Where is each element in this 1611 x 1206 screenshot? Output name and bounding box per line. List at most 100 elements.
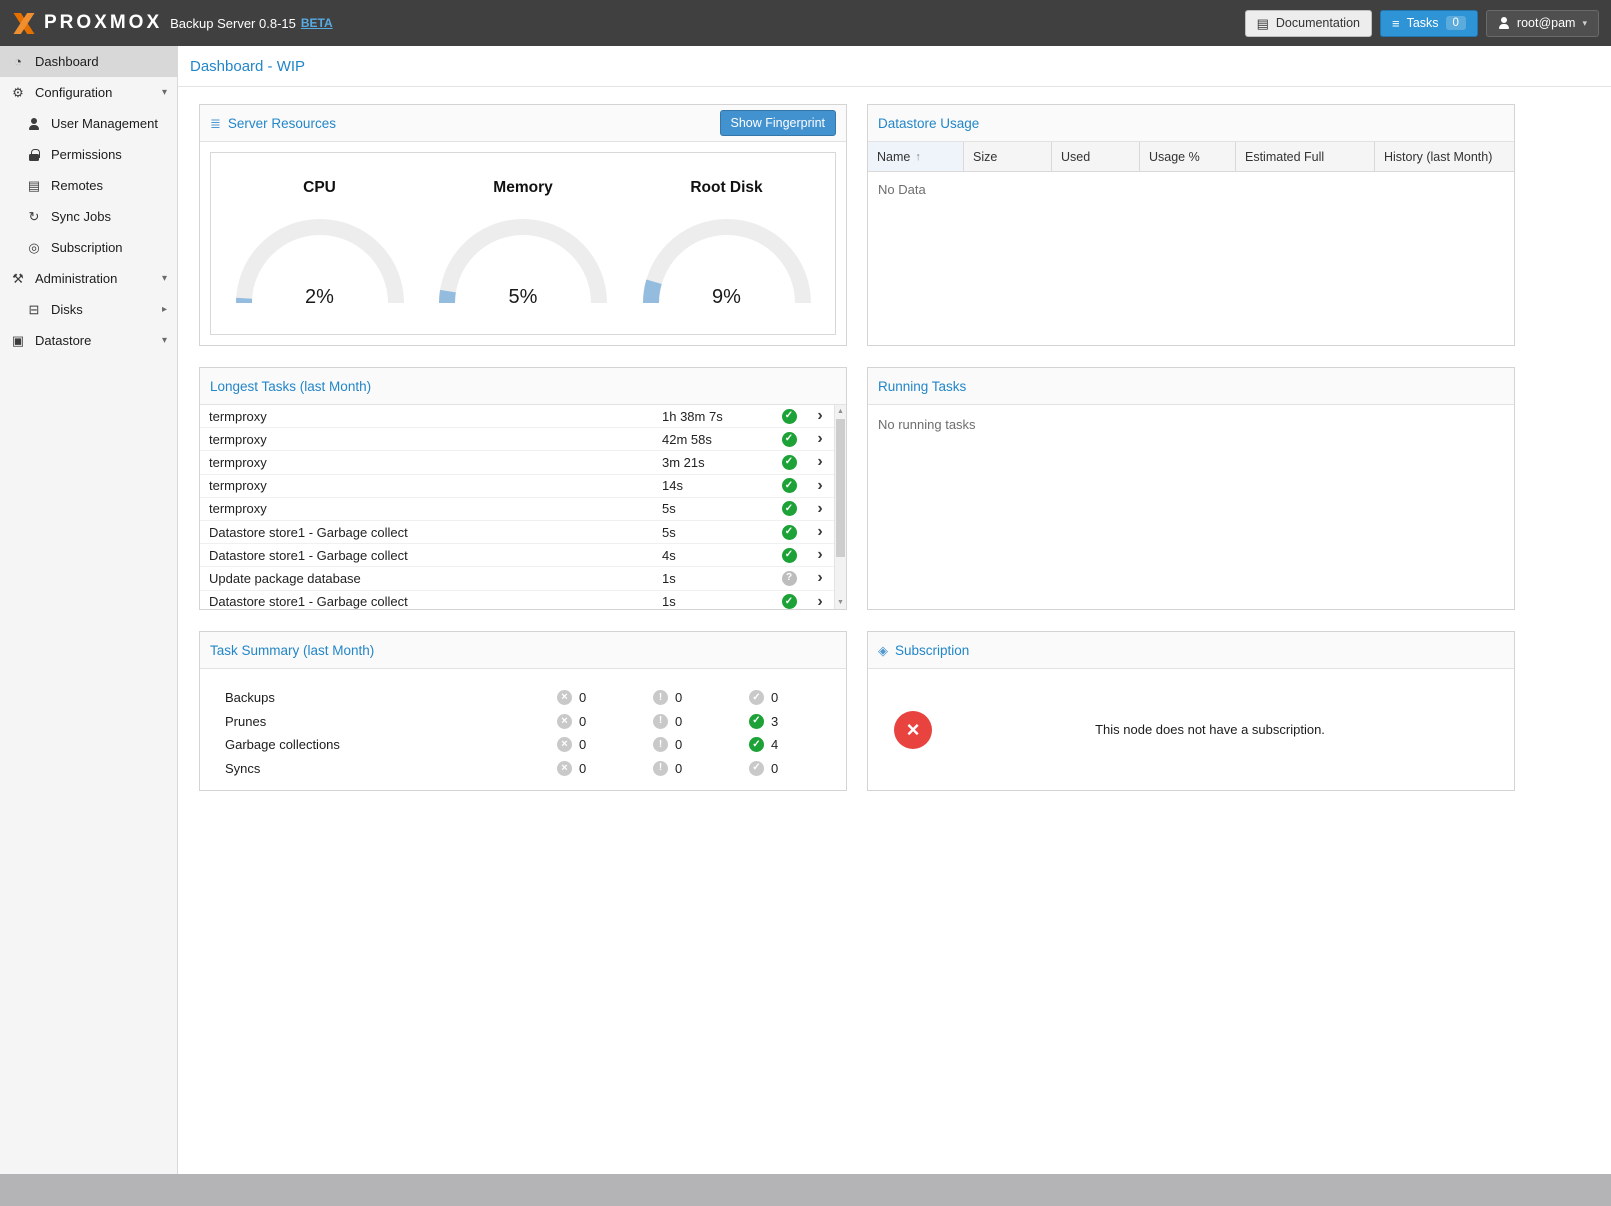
- chevron-right-icon[interactable]: ›: [806, 431, 834, 447]
- column-header-size[interactable]: Size: [964, 142, 1052, 171]
- hdd-icon: ⊟: [26, 303, 42, 316]
- summary-label: Prunes: [225, 714, 557, 729]
- chevron-right-icon[interactable]: ▸: [162, 304, 167, 315]
- sidebar-item-permissions[interactable]: Permissions: [0, 139, 177, 170]
- chevron-down-icon[interactable]: ▾: [162, 335, 167, 346]
- ok-count-icon: [749, 714, 764, 729]
- task-duration: 42m 58s: [662, 432, 772, 447]
- gauges-container: CPU 2% Memory: [210, 152, 836, 335]
- ok-count-icon: [749, 761, 764, 776]
- tasks-count-badge: 0: [1446, 16, 1466, 30]
- book-icon: ▤: [1257, 17, 1269, 30]
- lock-icon: [26, 149, 42, 161]
- error-count-icon: [557, 690, 572, 705]
- no-data-text: No Data: [868, 172, 1514, 207]
- task-status-icon: [782, 409, 797, 424]
- root-disk-gauge: Root Disk 9%: [632, 179, 822, 311]
- sidebar-item-administration[interactable]: ⚒ Administration ▾: [0, 263, 177, 294]
- ok-count-icon: [749, 690, 764, 705]
- summary-row[interactable]: Garbage collections 0 0: [225, 733, 846, 757]
- user-menu-button[interactable]: root@pam ▾: [1486, 10, 1599, 37]
- column-header-name[interactable]: Name ↑: [868, 142, 964, 171]
- chevron-down-icon[interactable]: ▾: [162, 273, 167, 284]
- vertical-scrollbar[interactable]: ▲ ▼: [834, 405, 846, 609]
- beta-link[interactable]: BETA: [301, 16, 333, 30]
- memory-gauge: Memory 5%: [428, 179, 618, 311]
- task-row[interactable]: termproxy 3m 21s ›: [200, 451, 834, 474]
- summary-row[interactable]: Prunes 0 0: [225, 710, 846, 734]
- datastore-usage-header-row: Name ↑ Size Used Usage % Estimated Full …: [868, 142, 1514, 172]
- chevron-right-icon[interactable]: ›: [806, 501, 834, 517]
- panel-title: Longest Tasks (last Month): [210, 379, 371, 394]
- summary-label: Backups: [225, 690, 557, 705]
- sidebar-item-label: User Management: [51, 116, 158, 131]
- column-header-estimated-full[interactable]: Estimated Full: [1236, 142, 1375, 171]
- summary-row[interactable]: Syncs 0 0: [225, 757, 846, 781]
- chevron-right-icon[interactable]: ›: [806, 594, 834, 609]
- no-running-tasks-text: No running tasks: [868, 405, 1514, 609]
- column-header-history[interactable]: History (last Month): [1375, 142, 1514, 171]
- sidebar-item-sync-jobs[interactable]: ↻ Sync Jobs: [0, 201, 177, 232]
- chevron-right-icon[interactable]: ›: [806, 570, 834, 586]
- chevron-right-icon[interactable]: ›: [806, 408, 834, 424]
- datastore-usage-panel: Datastore Usage Name ↑ Size Used Usage %…: [867, 104, 1515, 346]
- warning-count: 0: [675, 714, 682, 729]
- topbar: PROXMOX Backup Server 0.8-15 BETA ▤ Docu…: [0, 0, 1611, 46]
- task-row[interactable]: termproxy 5s ›: [200, 498, 834, 521]
- tasks-button[interactable]: ≡ Tasks 0: [1380, 10, 1478, 37]
- sidebar-item-disks[interactable]: ⊟ Disks ▸: [0, 294, 177, 325]
- chevron-right-icon[interactable]: ›: [806, 547, 834, 563]
- panel-title: Subscription: [895, 643, 969, 658]
- error-count: 0: [579, 761, 586, 776]
- column-header-usage-pct[interactable]: Usage %: [1140, 142, 1236, 171]
- sidebar-item-dashboard[interactable]: ◔ Dashboard: [0, 46, 177, 77]
- bars-icon: ≣: [210, 117, 221, 130]
- task-row[interactable]: termproxy 42m 58s ›: [200, 428, 834, 451]
- documentation-button[interactable]: ▤ Documentation: [1245, 10, 1372, 37]
- panel-title: Datastore Usage: [878, 116, 979, 131]
- error-count: 0: [579, 714, 586, 729]
- column-header-used[interactable]: Used: [1052, 142, 1140, 171]
- longest-tasks-panel: Longest Tasks (last Month) termproxy 1h …: [199, 367, 847, 610]
- task-row[interactable]: Datastore store1 - Garbage collect 4s ›: [200, 544, 834, 567]
- ok-count: 0: [771, 761, 778, 776]
- sort-ascending-icon: ↑: [915, 151, 921, 163]
- user-menu-label: root@pam: [1517, 16, 1576, 30]
- task-row[interactable]: Datastore store1 - Garbage collect 1s ›: [200, 591, 834, 610]
- chevron-right-icon[interactable]: ›: [806, 524, 834, 540]
- summary-row[interactable]: Backups 0 0: [225, 686, 846, 710]
- task-row[interactable]: termproxy 1h 38m 7s ›: [200, 405, 834, 428]
- ok-count-icon: [749, 737, 764, 752]
- task-name: termproxy: [209, 501, 662, 516]
- sidebar-item-configuration[interactable]: ⚙ Configuration ▾: [0, 77, 177, 108]
- sidebar-item-subscription[interactable]: ◎ Subscription: [0, 232, 177, 263]
- chevron-right-icon[interactable]: ›: [806, 454, 834, 470]
- gauge-label: CPU: [225, 179, 415, 197]
- error-count-icon: [557, 761, 572, 776]
- task-status-icon: [782, 478, 797, 493]
- task-row[interactable]: Datastore store1 - Garbage collect 5s ›: [200, 521, 834, 544]
- scroll-down-icon[interactable]: ▼: [835, 596, 846, 609]
- subscription-message: This node does not have a subscription.: [932, 722, 1488, 737]
- scroll-up-icon[interactable]: ▲: [835, 405, 846, 418]
- gauge-value: 5%: [433, 286, 613, 309]
- sidebar-item-remotes[interactable]: ▤ Remotes: [0, 170, 177, 201]
- task-duration: 5s: [662, 525, 772, 540]
- support-icon: ◎: [26, 241, 42, 254]
- task-row[interactable]: termproxy 14s ›: [200, 475, 834, 498]
- topbar-actions: ▤ Documentation ≡ Tasks 0 root@pam ▾: [1245, 10, 1599, 37]
- task-name: Update package database: [209, 571, 662, 586]
- task-duration: 14s: [662, 478, 772, 493]
- task-name: termproxy: [209, 432, 662, 447]
- sidebar-item-label: Sync Jobs: [51, 209, 111, 224]
- user-icon: [26, 118, 42, 130]
- sidebar-item-user-management[interactable]: User Management: [0, 108, 177, 139]
- ok-count: 3: [771, 714, 778, 729]
- sidebar-item-datastore[interactable]: ▣ Datastore ▾: [0, 325, 177, 356]
- chevron-down-icon[interactable]: ▾: [162, 87, 167, 98]
- chevron-right-icon[interactable]: ›: [806, 478, 834, 494]
- scrollbar-thumb[interactable]: [836, 419, 845, 557]
- show-fingerprint-button[interactable]: Show Fingerprint: [720, 110, 837, 136]
- task-row[interactable]: Update package database 1s ›: [200, 567, 834, 590]
- sidebar-item-label: Remotes: [51, 178, 103, 193]
